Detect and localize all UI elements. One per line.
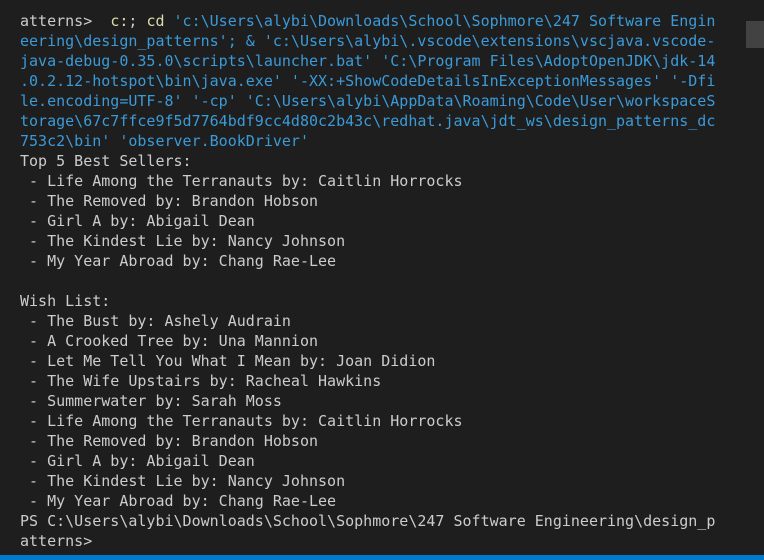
list-item: - A Crooked Tree by: Una Mannion bbox=[20, 332, 319, 350]
command-line-7: 753c2\bin' 'observer.BookDriver' bbox=[20, 132, 309, 150]
scrollbar-thumb[interactable] bbox=[746, 21, 764, 48]
prompt-line-2[interactable]: atterns> bbox=[20, 531, 764, 551]
list-item: - Girl A by: Abigail Dean bbox=[20, 212, 255, 230]
list-item: - Life Among the Terranauts by: Caitlin … bbox=[20, 172, 463, 190]
prompt-text: atterns> bbox=[20, 12, 111, 30]
drive-command: c: bbox=[110, 12, 129, 30]
command-separator: ; bbox=[128, 12, 147, 30]
best-sellers-heading: Top 5 Best Sellers: bbox=[20, 152, 192, 170]
wish-list-heading: Wish List: bbox=[20, 292, 111, 310]
command-line-5: le.encoding=UTF-8' '-cp' 'C:\Users\alybi… bbox=[20, 92, 716, 110]
command-args: 'c:\Users\alybi\Downloads\School\Sophmor… bbox=[164, 12, 716, 30]
list-item: - The Removed by: Brandon Hobson bbox=[20, 432, 319, 450]
list-item: - My Year Abroad by: Chang Rae-Lee bbox=[20, 492, 337, 510]
command-line-3: java-debug-0.35.0\scripts\launcher.bat' … bbox=[20, 52, 716, 70]
list-item: - My Year Abroad by: Chang Rae-Lee bbox=[20, 252, 337, 270]
cd-command: cd bbox=[146, 12, 165, 30]
list-item: - Summerwater by: Sarah Moss bbox=[20, 392, 282, 410]
wish-list-section: Wish List: - The Bust by: Ashely Audrain… bbox=[20, 291, 764, 511]
terminal-scrollbar[interactable] bbox=[746, 0, 764, 560]
command-line-2: eering\design_patterns'; & 'c:\Users\aly… bbox=[20, 32, 716, 50]
command-line-1: atterns> c:; cd 'c:\Users\alybi\Download… bbox=[20, 11, 764, 31]
command-line-4: .0.2.12-hotspot\bin\java.exe' '-XX:+Show… bbox=[20, 72, 716, 90]
list-item: - Life Among the Terranauts by: Caitlin … bbox=[20, 412, 463, 430]
list-item: - Let Me Tell You What I Mean by: Joan D… bbox=[20, 352, 436, 370]
list-item: - The Removed by: Brandon Hobson bbox=[20, 192, 319, 210]
best-sellers-section: Top 5 Best Sellers: - Life Among the Ter… bbox=[20, 151, 764, 271]
list-item: - Girl A by: Abigail Dean bbox=[20, 452, 255, 470]
list-item: - The Bust by: Ashely Audrain bbox=[20, 312, 291, 330]
list-item: - The Kindest Lie by: Nancy Johnson bbox=[20, 472, 346, 490]
list-item: - The Kindest Lie by: Nancy Johnson bbox=[20, 232, 346, 250]
terminal-panel[interactable]: atterns> c:; cd 'c:\Users\alybi\Download… bbox=[0, 0, 764, 560]
command-line-6: torage\67c7ffce9f5d7764bdf9cc4d80c2b43c\… bbox=[20, 112, 716, 130]
command-echo: atterns> c:; cd 'c:\Users\alybi\Download… bbox=[20, 11, 764, 151]
panel-bottom-accent bbox=[0, 555, 764, 560]
prompt-line-1: PS C:\Users\alybi\Downloads\School\Sophm… bbox=[20, 512, 716, 530]
list-item: - The Wife Upstairs by: Racheal Hawkins bbox=[20, 372, 382, 390]
